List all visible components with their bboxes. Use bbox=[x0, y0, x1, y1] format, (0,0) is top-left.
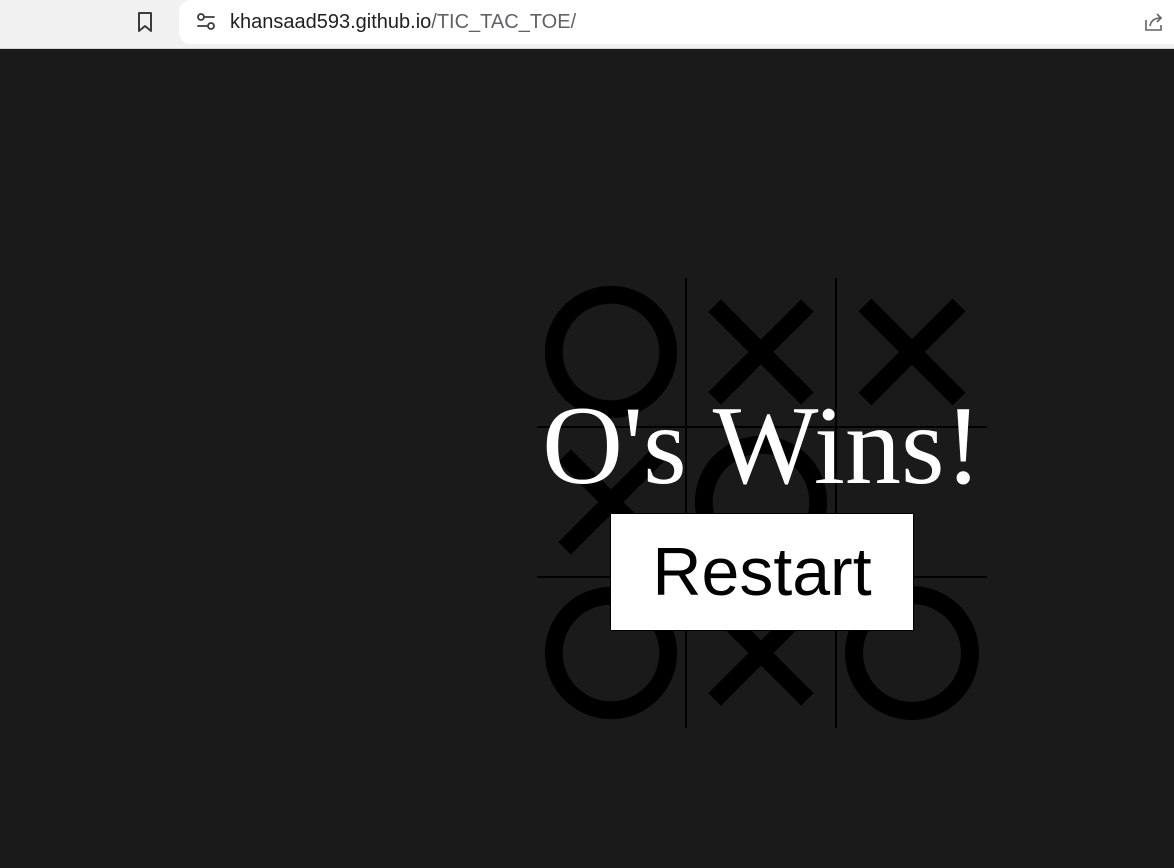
bookmark-icon[interactable] bbox=[134, 10, 156, 34]
game-page: O's Wins! Restart bbox=[0, 49, 1174, 868]
share-icon[interactable] bbox=[1142, 10, 1166, 34]
address-bar[interactable]: khansaad593.github.io/TIC_TAC_TOE/ bbox=[179, 0, 1174, 44]
url-text[interactable]: khansaad593.github.io/TIC_TAC_TOE/ bbox=[230, 10, 576, 34]
url-path: /TIC_TAC_TOE/ bbox=[431, 11, 577, 33]
url-host: khansaad593.github.io bbox=[230, 11, 432, 33]
site-info-icon[interactable] bbox=[195, 11, 217, 33]
browser-toolbar: khansaad593.github.io/TIC_TAC_TOE/ bbox=[0, 0, 1174, 49]
win-message: O's Wins! bbox=[542, 384, 982, 508]
win-overlay: O's Wins! Restart bbox=[537, 278, 987, 728]
restart-button[interactable]: Restart bbox=[610, 513, 914, 631]
